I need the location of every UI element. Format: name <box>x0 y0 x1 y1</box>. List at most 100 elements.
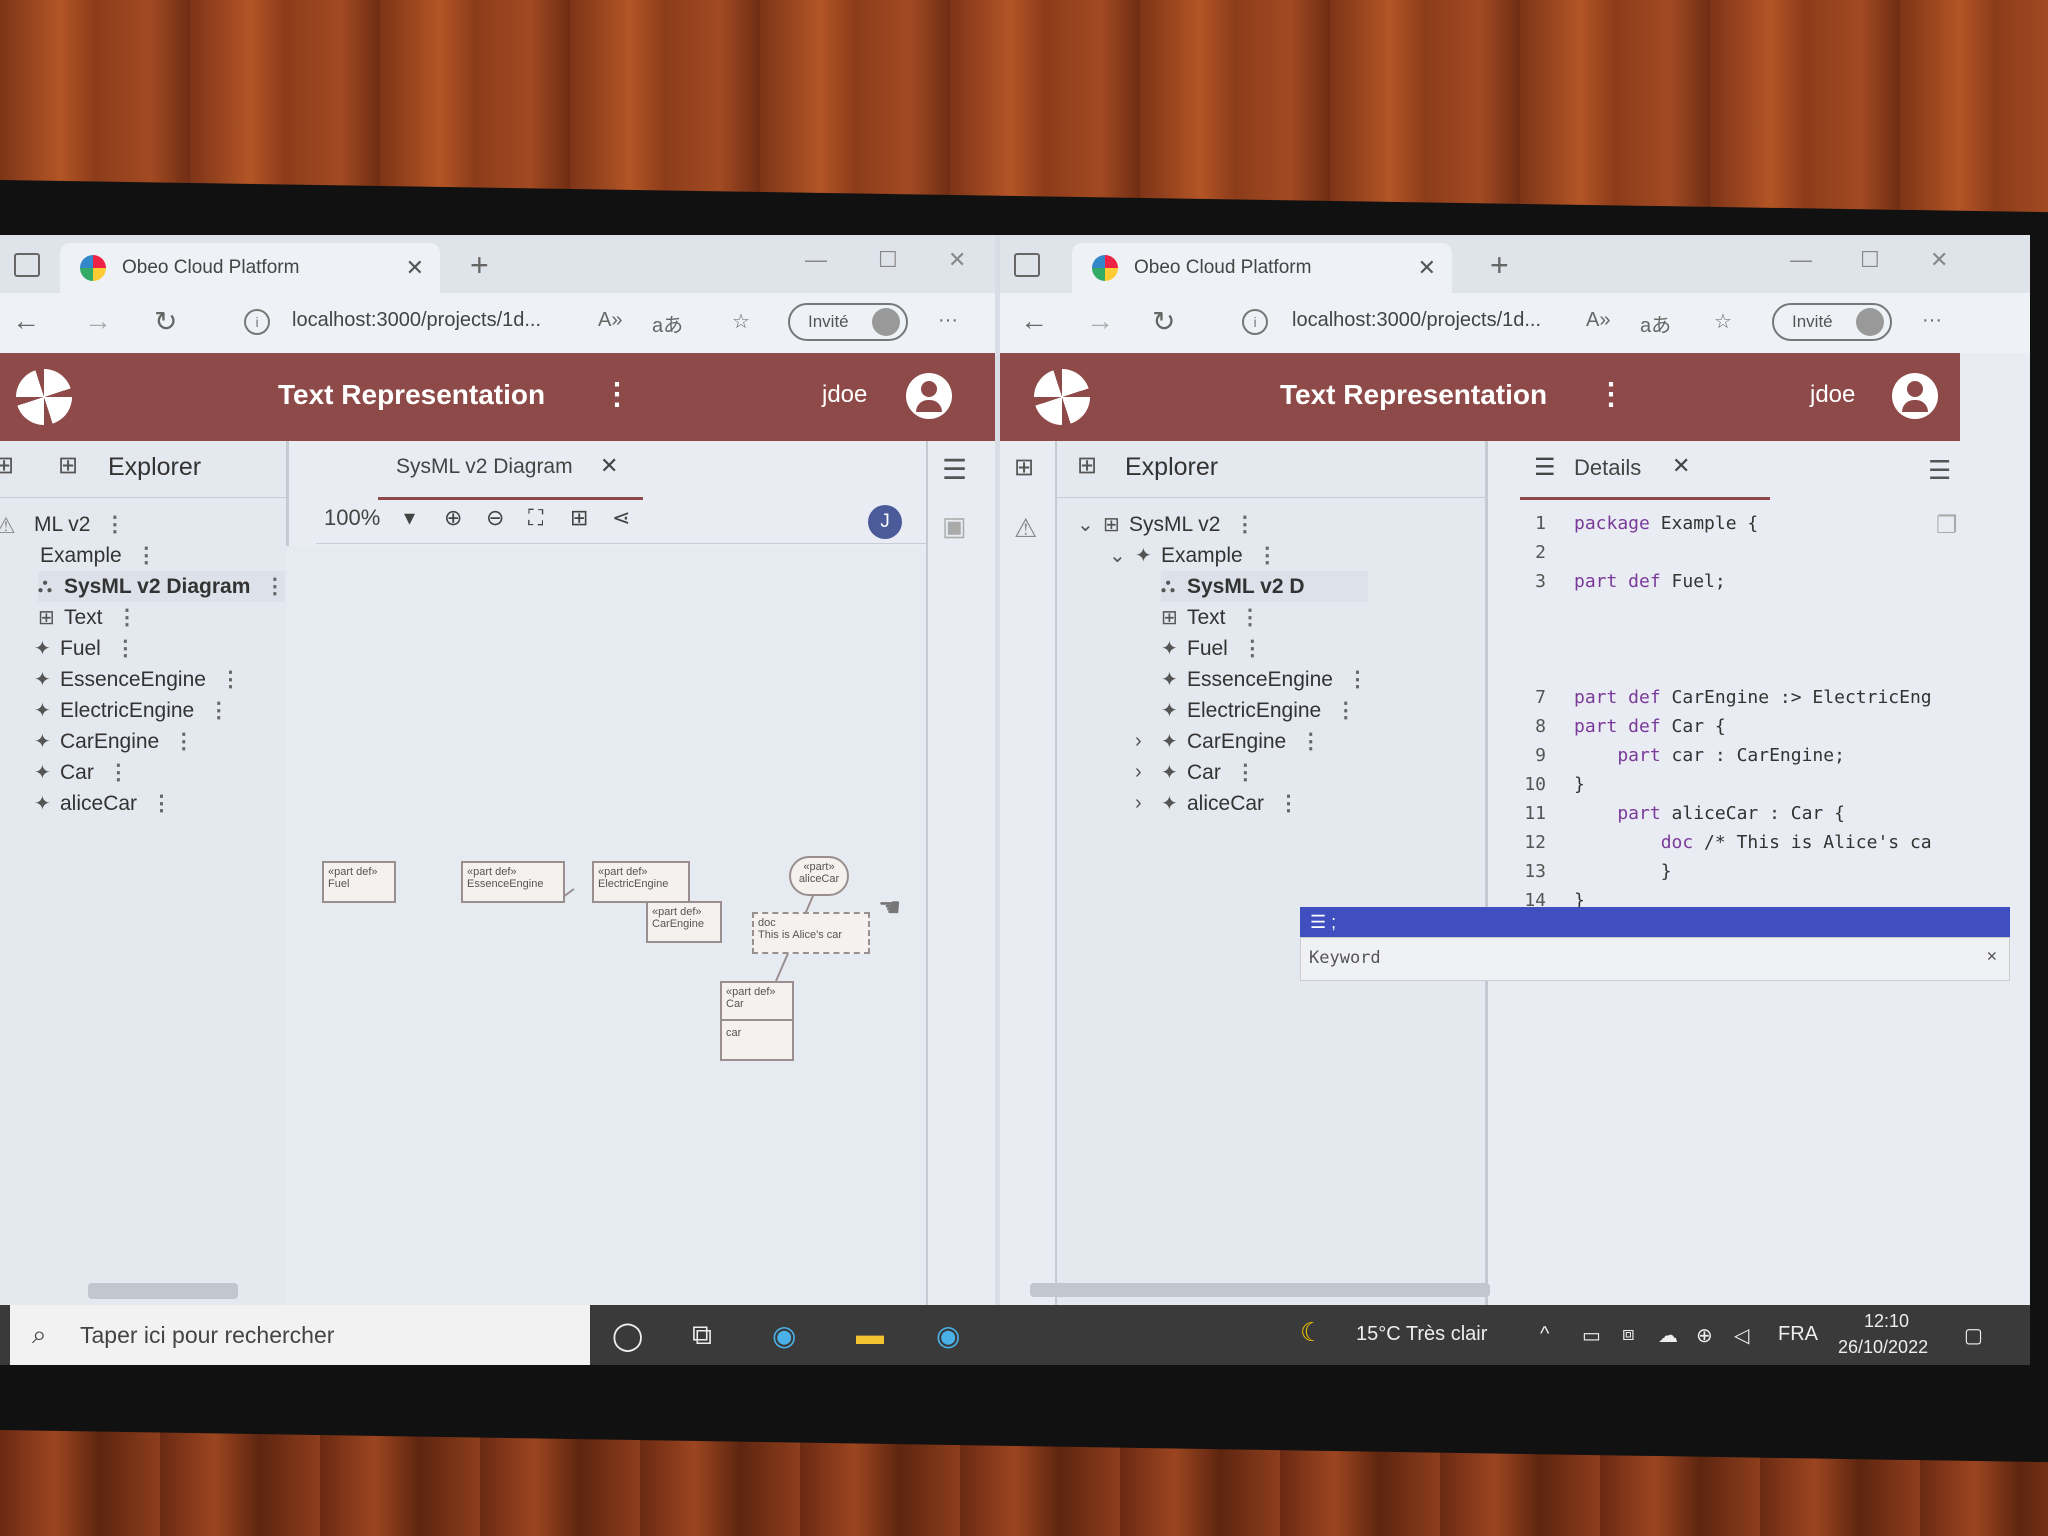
tree-item[interactable]: ✦ EssenceEngine ⋮ <box>34 664 285 695</box>
meet-now-icon[interactable]: ⧈ <box>1622 1323 1635 1346</box>
tree-item[interactable]: ML v2 ⋮ <box>34 509 285 540</box>
close-window-icon[interactable]: ✕ <box>1930 247 1948 273</box>
tab-actions-icon[interactable] <box>14 253 40 277</box>
tree-item[interactable]: Example ⋮ <box>40 540 285 571</box>
clock-date[interactable]: 26/10/2022 <box>1838 1337 1928 1358</box>
item-menu-icon[interactable]: ⋮ <box>208 698 229 723</box>
browser-tab[interactable]: Obeo Cloud Platform ✕ <box>1072 243 1452 293</box>
read-aloud-icon[interactable]: A» <box>1586 309 1610 332</box>
site-info-icon[interactable]: i <box>1242 309 1268 335</box>
close-tab-icon[interactable]: ✕ <box>1418 255 1436 281</box>
diagram-node-doc[interactable]: doc This is Alice's car <box>752 912 870 954</box>
diagram-node-fuel[interactable]: «part def» Fuel <box>322 861 396 903</box>
image-icon[interactable]: ▣ <box>942 511 967 542</box>
tree-item[interactable]: ✦ Fuel ⋮ <box>1161 633 1368 664</box>
horizontal-scrollbar[interactable] <box>88 1283 238 1299</box>
item-menu-icon[interactable]: ⋮ <box>1242 636 1263 661</box>
project-menu-icon[interactable]: ⋮ <box>602 377 632 412</box>
onedrive-icon[interactable]: ☁ <box>1658 1323 1678 1348</box>
translate-icon[interactable]: aあ <box>1640 309 1671 338</box>
url-field[interactable]: localhost:3000/projects/1d... <box>1292 309 1541 332</box>
user-avatar-icon[interactable] <box>906 373 952 419</box>
show-hidden-icons-icon[interactable]: ^ <box>1540 1323 1549 1346</box>
copy-icon[interactable]: ❐ <box>1936 511 1958 540</box>
forward-icon[interactable]: → <box>84 305 112 337</box>
tree-item[interactable]: ✦ CarEngine ⋮ <box>34 726 285 757</box>
autocomplete-option[interactable]: Keyword ✕ <box>1300 937 2010 981</box>
diagram-node-car[interactable]: «part def» Car car <box>720 981 794 1061</box>
item-menu-icon[interactable]: ⋮ <box>151 791 172 816</box>
minimize-icon[interactable]: — <box>1790 247 1812 273</box>
chevron-down-icon[interactable]: ⌄ <box>1109 543 1135 568</box>
item-menu-icon[interactable]: ⋮ <box>1335 698 1356 723</box>
new-tab-icon[interactable]: + <box>1490 247 1509 284</box>
taskbar-search[interactable]: ⌕ Taper ici pour rechercher <box>10 1305 590 1365</box>
menu-icon[interactable]: ☰ <box>942 453 967 486</box>
explorer-toggle-icon[interactable]: ⊞ <box>0 451 14 480</box>
site-info-icon[interactable]: i <box>244 309 270 335</box>
chevron-right-icon[interactable]: › <box>1135 792 1161 815</box>
back-icon[interactable]: ← <box>12 305 40 337</box>
close-tab-icon[interactable]: ✕ <box>406 255 424 281</box>
item-menu-icon[interactable]: ⋮ <box>117 605 138 630</box>
notifications-icon[interactable]: ▢ <box>1964 1323 1983 1348</box>
zoom-dropdown-icon[interactable]: ▾ <box>404 505 415 531</box>
tree-item[interactable]: ✦ ElectricEngine ⋮ <box>1161 695 1368 726</box>
tree-item[interactable]: ⌄ ⊞ SysML v2 ⋮ <box>1077 509 1368 540</box>
tree-item[interactable]: ✦ Fuel ⋮ <box>34 633 285 664</box>
item-menu-icon[interactable]: ⋮ <box>104 512 125 537</box>
tree-item[interactable]: › ✦ aliceCar ⋮ <box>1135 788 1368 819</box>
network-icon[interactable]: ⊕ <box>1696 1323 1713 1348</box>
chevron-right-icon[interactable]: › <box>1135 730 1161 753</box>
item-menu-icon[interactable]: ⋮ <box>115 636 136 661</box>
item-menu-icon[interactable]: ⋮ <box>173 729 194 754</box>
task-view-icon[interactable]: ⧉ <box>692 1319 712 1352</box>
url-field[interactable]: localhost:3000/projects/1d... <box>292 309 541 332</box>
tree-item[interactable]: ✦ Car ⋮ <box>34 757 285 788</box>
app-logo-icon[interactable] <box>1034 369 1090 425</box>
zoom-out-icon[interactable]: ⊖ <box>486 505 504 531</box>
close-popup-icon[interactable]: ✕ <box>1987 946 1997 966</box>
weather-icon[interactable]: ☾ <box>1300 1317 1323 1348</box>
item-menu-icon[interactable]: ⋮ <box>1235 760 1256 785</box>
tab-sysml-diagram[interactable]: SysML v2 Diagram ✕ <box>378 441 643 500</box>
tree-item[interactable]: ⊞ Text ⋮ <box>1161 602 1368 633</box>
autocomplete-selected[interactable]: ☰ ; <box>1300 907 2010 937</box>
item-menu-icon[interactable]: ⋮ <box>136 543 157 568</box>
tab-details[interactable]: ☰ Details ✕ <box>1520 441 1770 500</box>
text-editor[interactable]: 1 package Example { 2 3 part def Fuel; 7 pa… <box>1490 513 1931 948</box>
horizontal-scrollbar[interactable] <box>1010 1283 1960 1299</box>
side-menu-icon[interactable]: ☰ <box>1928 455 1951 486</box>
maximize-icon[interactable]: ☐ <box>878 247 898 273</box>
item-menu-icon[interactable]: ⋮ <box>1278 791 1299 816</box>
battery-icon[interactable]: ▭ <box>1582 1323 1601 1348</box>
favorites-icon[interactable]: ☆ <box>1714 309 1732 334</box>
profile-button[interactable]: Invité <box>788 303 908 341</box>
close-editor-icon[interactable]: ✕ <box>600 453 618 479</box>
item-menu-icon[interactable]: ⋮ <box>220 667 241 692</box>
app-logo-icon[interactable] <box>16 369 72 425</box>
weather-text[interactable]: 15°C Très clair <box>1356 1323 1487 1346</box>
fit-to-screen-icon[interactable]: ⛶ <box>528 505 543 531</box>
item-menu-icon[interactable]: ⋮ <box>1234 512 1255 537</box>
reload-icon[interactable]: ↻ <box>154 305 177 338</box>
diagram-node-essenceengine[interactable]: «part def» EssenceEngine <box>461 861 565 903</box>
diagram-node-alicecar[interactable]: «part» aliceCar <box>789 856 849 896</box>
tree-item[interactable]: ✦ ElectricEngine ⋮ <box>34 695 285 726</box>
maximize-icon[interactable]: ☐ <box>1860 247 1880 273</box>
item-menu-icon[interactable]: ⋮ <box>1300 729 1321 754</box>
new-tab-icon[interactable]: + <box>470 247 489 284</box>
volume-icon[interactable]: ◁ <box>1734 1323 1749 1348</box>
tree-item[interactable]: ⊞ Text ⋮ <box>38 602 285 633</box>
zoom-level[interactable]: 100% <box>324 505 380 531</box>
item-menu-icon[interactable]: ⋮ <box>1240 605 1261 630</box>
diagram-canvas[interactable]: ☚ «part def» Fuel «part def» EssenceEngine… <box>286 546 926 1305</box>
warning-icon[interactable]: ⚠ <box>1014 513 1037 544</box>
tree-item[interactable]: ⌄ ✦ Example ⋮ <box>1109 540 1368 571</box>
close-window-icon[interactable]: ✕ <box>948 247 966 273</box>
edge-icon[interactable]: ◉ <box>772 1319 796 1352</box>
edge-active-icon[interactable]: ◉ <box>936 1319 960 1352</box>
diagram-node-electricengine[interactable]: «part def» ElectricEngine <box>592 861 690 903</box>
share-icon[interactable]: ⋖ <box>612 505 630 531</box>
back-icon[interactable]: ← <box>1020 305 1048 337</box>
